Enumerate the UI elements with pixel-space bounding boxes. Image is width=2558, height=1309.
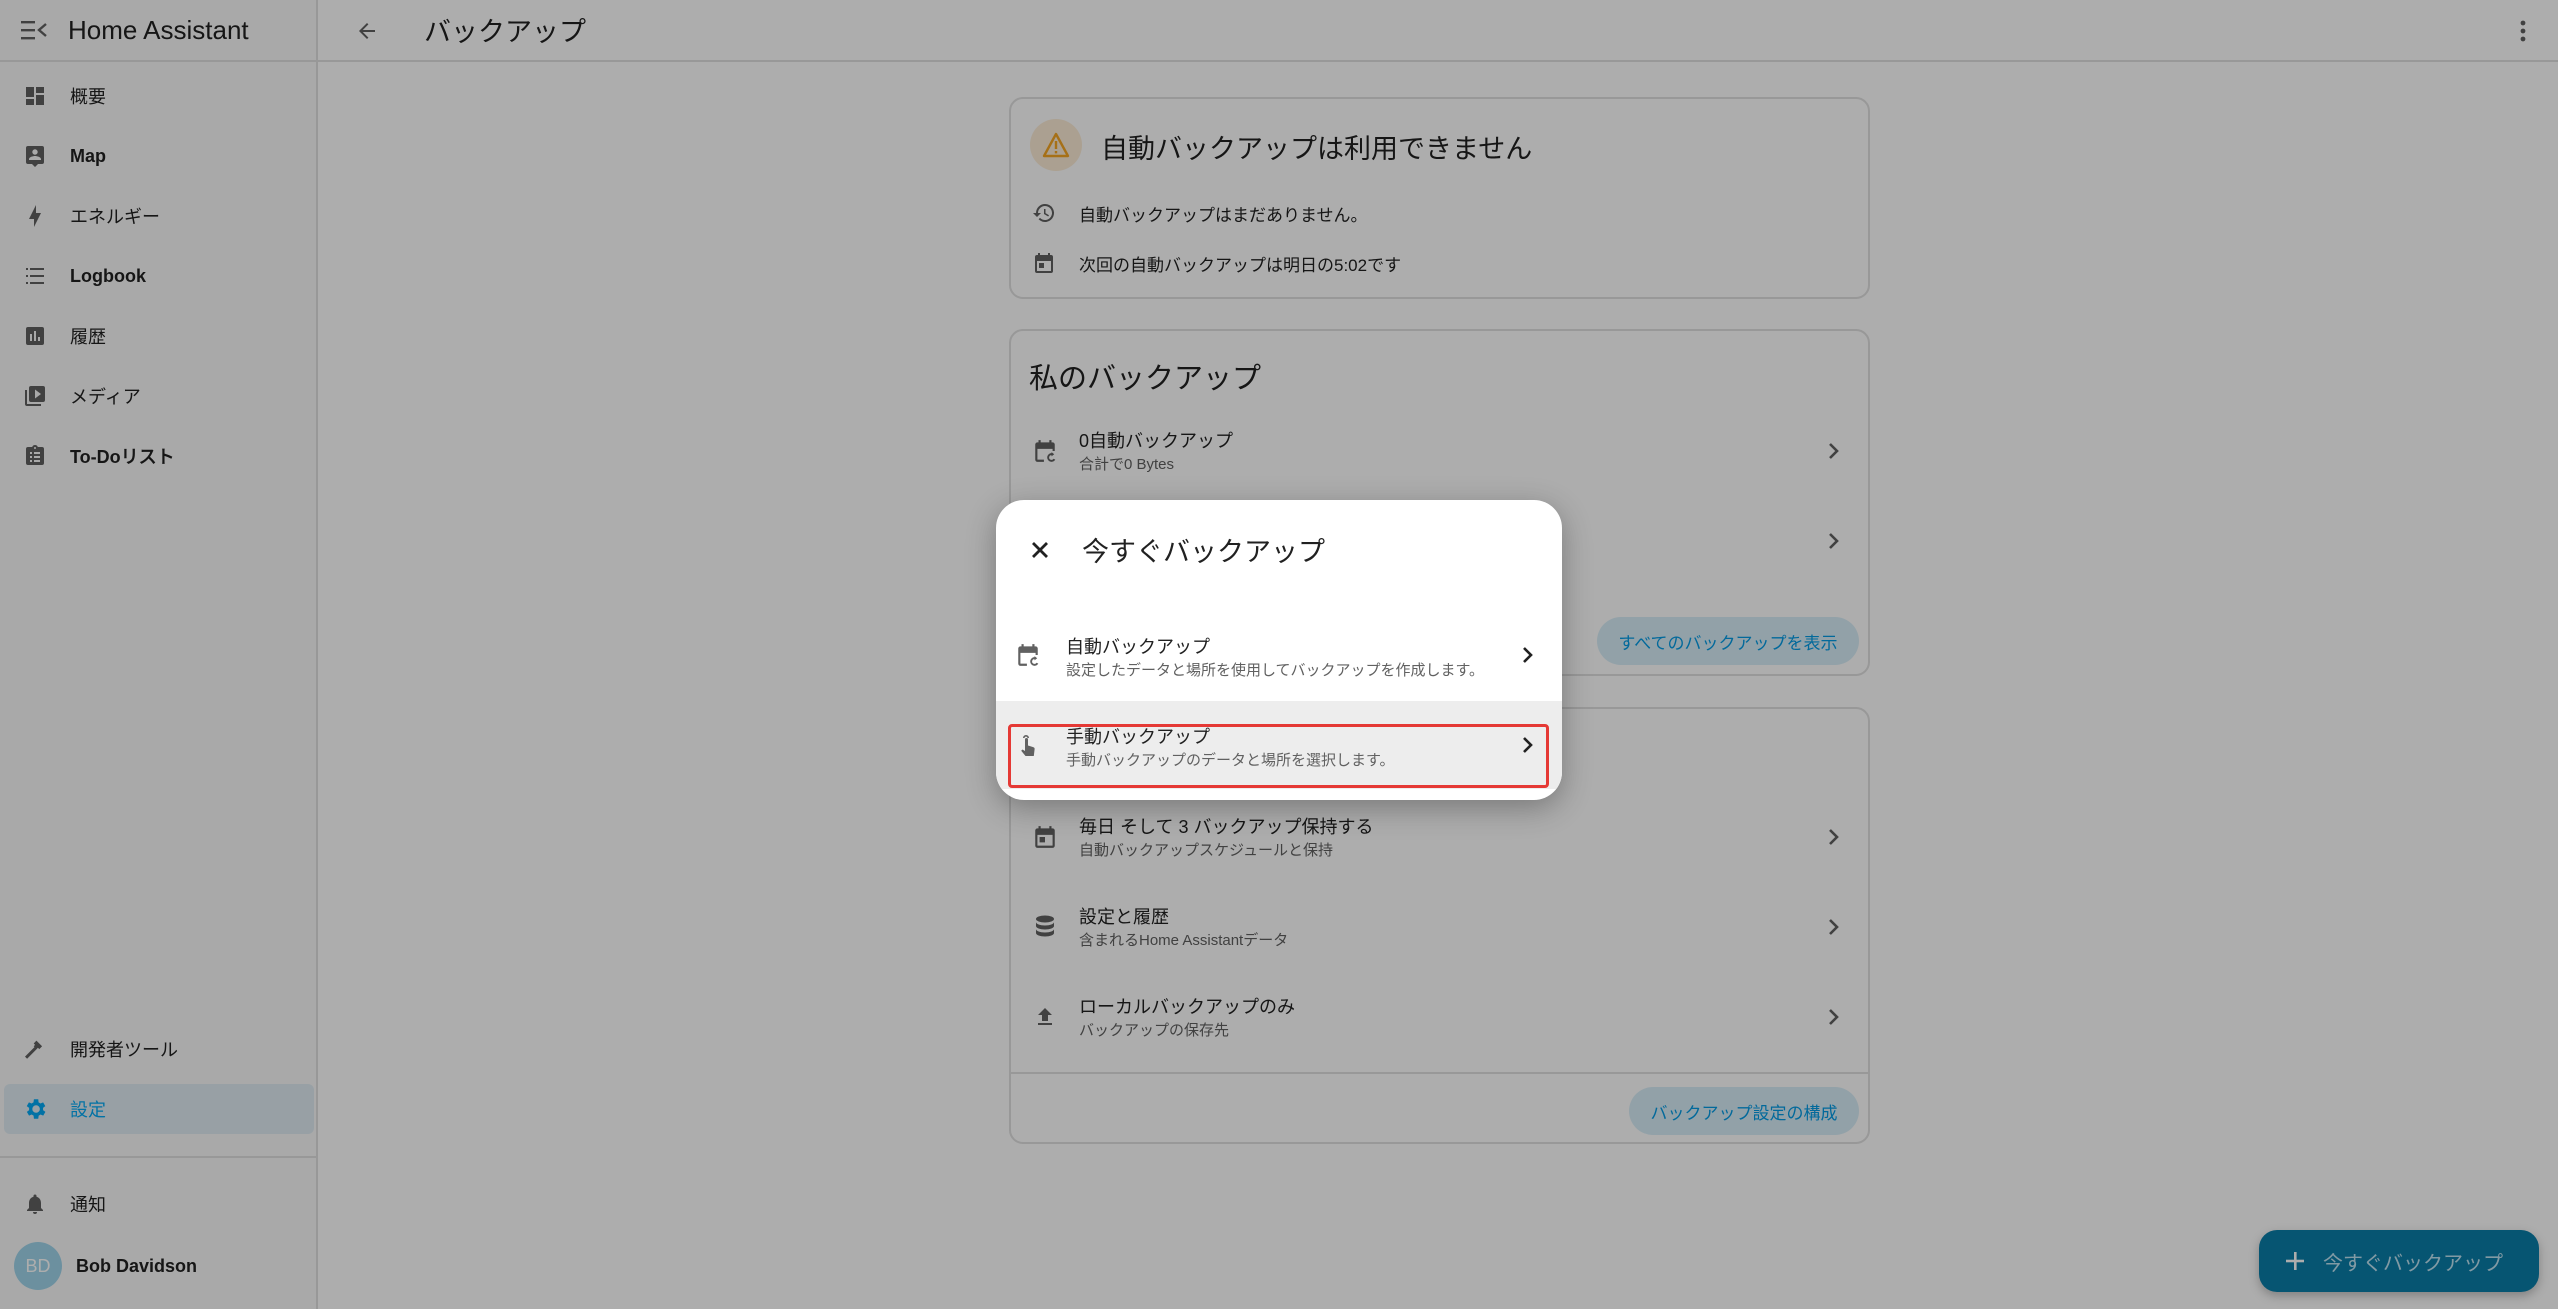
option-primary: 自動バックアップ bbox=[1066, 637, 1210, 657]
calendar-sync-icon bbox=[1012, 639, 1044, 671]
close-button[interactable] bbox=[1020, 530, 1060, 570]
highlight-outline bbox=[1008, 724, 1549, 788]
dialog-title: 今すぐバックアップ bbox=[1082, 537, 1325, 567]
close-icon bbox=[1032, 542, 1048, 558]
chevron-right-icon bbox=[1514, 641, 1542, 669]
automatic-backup-option[interactable]: 自動バックアップ 設定したデータと場所を使用してバックアップを作成します。 bbox=[996, 611, 1562, 699]
option-secondary: 設定したデータと場所を使用してバックアップを作成します。 bbox=[1066, 662, 1485, 679]
